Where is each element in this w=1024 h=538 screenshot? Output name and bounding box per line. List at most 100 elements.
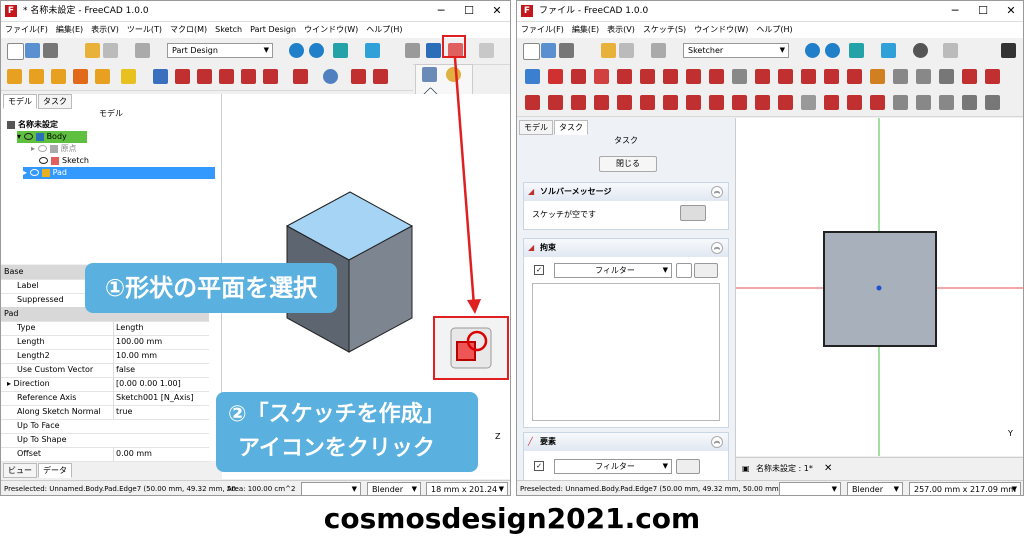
constraints-list[interactable] [532,283,720,421]
sketcher-tool-icon[interactable] [617,95,632,110]
minimize-icon[interactable]: ─ [941,1,969,21]
view-cube-icon[interactable] [849,43,864,58]
freecad-logo-icon: F [521,5,533,17]
tab-model[interactable]: モデル [519,120,553,135]
workbench-selector[interactable]: Sketcher ▼ [683,43,789,58]
close-icon[interactable]: ✕ [997,1,1023,21]
solver-header[interactable]: ◢ ソルバーメッセージ ︽ [524,183,728,201]
sketcher-tool-icon[interactable] [755,95,770,110]
sketcher-tool-icon[interactable] [755,69,770,84]
document-tab-icon: ▣ [742,464,750,473]
sketcher-tool-icon[interactable] [893,69,908,84]
sketcher-tool-icon[interactable] [847,69,862,84]
sketch-canvas[interactable]: Y [736,118,1024,456]
new-file-icon[interactable] [523,43,540,60]
zoom-fit-icon[interactable] [805,43,820,58]
sketcher-tool-icon[interactable] [985,95,1000,110]
sketcher-tool-icon[interactable] [663,69,678,84]
sketcher-tool-icon[interactable] [686,69,701,84]
collapse-chevron-icon[interactable]: ︽ [711,242,723,254]
sketcher-tool-icon[interactable] [709,95,724,110]
menu-item[interactable]: ウインドウ(W) [694,25,748,34]
settings-icon[interactable] [676,459,700,474]
sketcher-tool-icon[interactable] [640,95,655,110]
sketcher-tool-icon[interactable] [686,95,701,110]
sketcher-tool-icon[interactable] [594,69,609,84]
sketcher-tool-icon[interactable] [640,69,655,84]
sketcher-tool-icon[interactable] [525,95,540,110]
sketcher-tool-icon[interactable] [732,69,747,84]
maximize-icon[interactable]: ☐ [969,1,997,21]
tab-task[interactable]: タスク [554,120,588,135]
document-tab[interactable]: 名称未設定 : 1* [756,458,813,480]
sketcher-tool-icon[interactable] [939,69,954,84]
std-view-icon[interactable] [881,43,896,58]
sketcher-tool-icon[interactable] [778,95,793,110]
sketcher-tool-icon[interactable] [548,69,563,84]
elements-header[interactable]: ╱ 要素 ︽ [524,433,728,451]
elements-filter-dropdown[interactable]: フィルター ▼ [554,459,672,474]
menu-item[interactable]: 編集(E) [572,25,599,34]
sketcher-tool-icon[interactable] [571,69,586,84]
sketcher-tool-icon[interactable] [985,69,1000,84]
constraints-section: ◢ 拘束 ︽ ✓ フィルター ▼ [523,238,729,428]
sketch-viewport[interactable]: Y [736,118,1024,456]
sketcher-tool-icon[interactable] [617,69,632,84]
menu-item[interactable]: スケッチ(S) [643,25,686,34]
sketcher-tool-icon[interactable] [962,95,977,110]
open-file-icon[interactable] [541,43,556,58]
menu-item[interactable]: 表示(V) [607,25,635,34]
filter-label: フィルター [595,462,635,471]
sketcher-tool-icon[interactable] [847,95,862,110]
dimension-display[interactable]: 257.00 mm x 217.09 mm ▼ [909,482,1021,495]
zoom-selection-icon[interactable] [825,43,840,58]
undo-icon[interactable] [601,43,616,58]
sketcher-tool-icon[interactable] [778,69,793,84]
constraints-checkbox[interactable]: ✓ [534,265,544,275]
save-icon[interactable] [559,43,574,58]
sketcher-tool-icon[interactable] [824,69,839,84]
status-bar: Preselected: Unnamed.Body.Pad.Edge7 (50.… [517,480,1023,495]
sketcher-tool-icon[interactable] [870,69,885,84]
close-button[interactable]: 閉じる [599,156,657,172]
sketcher-tool-icon[interactable] [801,95,816,110]
sketcher-tool-icon[interactable] [870,95,885,110]
sketcher-tool-icon[interactable] [916,69,931,84]
sketcher-tool-icon[interactable] [594,95,609,110]
sketcher-tool-icon[interactable] [893,95,908,110]
close-tab-icon[interactable]: ✕ [824,458,832,480]
combo-view-tabs: モデル タスク [519,120,589,135]
sketcher-tool-icon[interactable] [571,95,586,110]
redo-icon[interactable] [619,43,634,58]
sketcher-tool-icon[interactable] [732,95,747,110]
elements-checkbox[interactable]: ✓ [534,461,544,471]
stop-icon[interactable] [913,43,928,58]
constraints-icon: ◢ [528,243,535,252]
sketcher-tool-icon[interactable] [962,69,977,84]
collapse-chevron-icon[interactable]: ︽ [711,186,723,198]
sketcher-tool-icon[interactable] [663,95,678,110]
constraints-header[interactable]: ◢ 拘束 ︽ [524,239,728,257]
constraints-filter-dropdown[interactable]: フィルター ▼ [554,263,672,278]
sketcher-tool-icon[interactable] [801,69,816,84]
measure-icon[interactable] [943,43,958,58]
sketcher-tool-icon[interactable] [709,69,724,84]
sketcher-tool-icon[interactable] [916,95,931,110]
settings-icon[interactable] [694,263,718,278]
origin-point[interactable] [876,285,882,291]
collapse-chevron-icon[interactable]: ︽ [711,436,723,448]
menu-item[interactable]: ファイル(F) [521,25,564,34]
sketcher-tool-icon[interactable] [939,95,954,110]
navigation-style-selector[interactable]: Blender ▼ [847,482,903,495]
solver-title: ソルバーメッセージ [540,187,612,196]
task-panel: モデル タスク タスク 閉じる ◢ ソルバーメッセージ ︽ スケッチが空です ◢ 拘束 ︽… [517,118,736,482]
visibility-eye-icon[interactable] [676,263,692,278]
refresh-solver-icon[interactable] [680,205,706,221]
draw-style-selector[interactable]: ▼ [779,482,841,495]
refresh-icon[interactable] [651,43,666,58]
sketcher-tool-icon[interactable] [525,69,540,84]
sketcher-tool-icon[interactable] [824,95,839,110]
menu-item[interactable]: ヘルプ(H) [756,25,792,34]
sketcher-tool-icon[interactable] [548,95,563,110]
whats-this-icon[interactable] [1001,43,1016,58]
